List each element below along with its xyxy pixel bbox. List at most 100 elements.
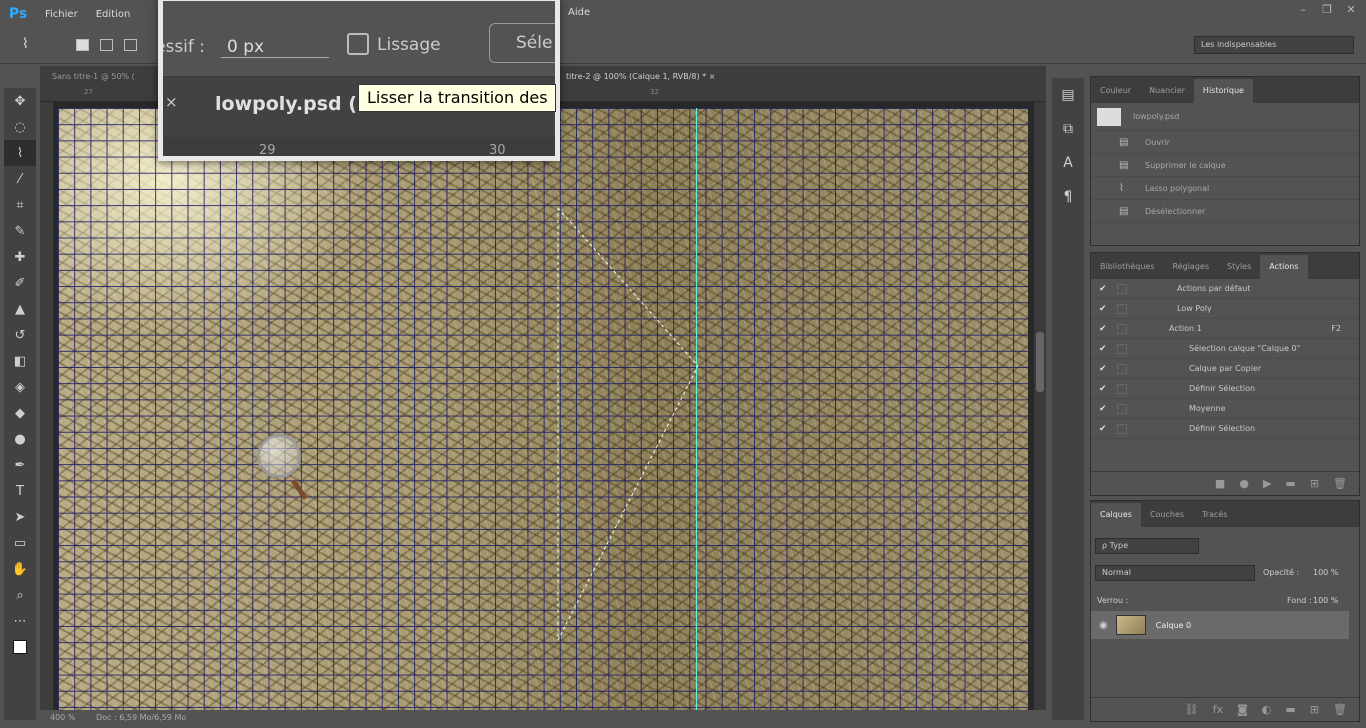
dialog-toggle[interactable]	[1117, 323, 1127, 334]
marquee-icon[interactable]: ◌	[4, 114, 36, 140]
tab-couches[interactable]: Couches	[1141, 503, 1193, 527]
link-icon[interactable]: ⛓	[1185, 703, 1199, 716]
magic-wand-icon[interactable]: ⁄	[4, 166, 36, 192]
hand-icon[interactable]: ✋	[4, 556, 36, 582]
tab-bibliotheques[interactable]: Bibliothèques	[1091, 255, 1164, 279]
type-icon[interactable]: T	[4, 478, 36, 504]
mask-icon[interactable]: ◙	[1237, 703, 1248, 716]
minimize-icon[interactable]: –	[1296, 3, 1310, 17]
dialog-toggle[interactable]	[1117, 283, 1127, 294]
stop-icon[interactable]: ■	[1215, 477, 1225, 490]
check-icon[interactable]: ✔	[1099, 284, 1107, 294]
play-icon[interactable]: ▶	[1263, 477, 1271, 490]
history-brush-icon[interactable]: ↺	[4, 322, 36, 348]
bucket-icon[interactable]: ◈	[4, 374, 36, 400]
lasso-icon[interactable]: ⌇	[4, 140, 36, 166]
tab-reglages[interactable]: Réglages	[1164, 255, 1219, 279]
tab-lowpoly[interactable]: lowpoly.psd (	[215, 93, 357, 115]
blend-mode-select[interactable]: Normal	[1095, 565, 1255, 581]
fx-icon[interactable]: fx	[1213, 703, 1223, 716]
check-icon[interactable]: ✔	[1099, 344, 1107, 354]
select-mask-button[interactable]: Séle	[489, 23, 555, 63]
healing-icon[interactable]: ✚	[4, 244, 36, 270]
move-icon[interactable]: ✥	[4, 88, 36, 114]
tab-sans-titre-1[interactable]: Sans titre-1 @ 50% (	[46, 66, 141, 88]
feather-input[interactable]: 0 px	[221, 37, 329, 58]
fur-image[interactable]	[58, 108, 1028, 710]
vertical-scrollbar[interactable]	[1034, 102, 1046, 710]
shape-icon[interactable]: ▭	[4, 530, 36, 556]
new-selection-icon[interactable]	[76, 39, 89, 51]
close-icon[interactable]: ✕	[1344, 3, 1358, 17]
color-swatches-icon[interactable]	[4, 634, 36, 660]
tab-historique[interactable]: Historique	[1193, 79, 1253, 103]
action-step[interactable]: ✔ Moyenne	[1091, 399, 1359, 419]
dialog-toggle[interactable]	[1117, 403, 1127, 414]
action-step[interactable]: ✔ Sélection calque "Calque 0"	[1091, 339, 1359, 359]
tab-actions[interactable]: Actions	[1260, 255, 1308, 279]
tab-styles[interactable]: Styles	[1218, 255, 1260, 279]
antialias-checkbox[interactable]	[347, 33, 369, 55]
dialog-toggle[interactable]	[1117, 383, 1127, 394]
crop-icon[interactable]: ⌗	[4, 192, 36, 218]
tab-close-icon[interactable]: ×	[709, 72, 716, 81]
eyedropper-icon[interactable]: ✎	[4, 218, 36, 244]
polygonal-lasso-icon[interactable]: ⌇	[22, 36, 44, 56]
tab-close-icon[interactable]: ×	[165, 93, 178, 111]
blur-icon[interactable]: ◆	[4, 400, 36, 426]
action-set[interactable]: ✔ Actions par défaut	[1091, 279, 1359, 299]
more-tools-icon[interactable]: ⋯	[4, 608, 36, 634]
menu-aide[interactable]: Aide	[568, 7, 590, 18]
paragraph-icon[interactable]: ¶	[1052, 180, 1084, 214]
tab-nuancier[interactable]: Nuancier	[1140, 79, 1194, 103]
history-snapshot[interactable]: lowpoly.psd	[1091, 103, 1359, 131]
stamp-icon[interactable]: ▲	[4, 296, 36, 322]
workspace-select[interactable]: Les indispensables	[1194, 36, 1354, 54]
history-item[interactable]: ▤ Ouvrir	[1091, 131, 1359, 154]
pen-icon[interactable]: ✒	[4, 452, 36, 478]
history-item[interactable]: ▤ Désélectionner	[1091, 200, 1359, 223]
dodge-icon[interactable]: ●	[4, 426, 36, 452]
menu-fichier[interactable]: Fichier	[36, 9, 87, 20]
layer-filter-select[interactable]: ρ Type	[1095, 538, 1199, 554]
dialog-toggle[interactable]	[1117, 343, 1127, 354]
canvas-area[interactable]	[54, 102, 1046, 710]
dialog-toggle[interactable]	[1117, 423, 1127, 434]
action-item[interactable]: ✔ Action 1 F2	[1091, 319, 1359, 339]
path-select-icon[interactable]: ➤	[4, 504, 36, 530]
brush-icon[interactable]: ✐	[4, 270, 36, 296]
check-icon[interactable]: ✔	[1099, 384, 1107, 394]
zoom-icon[interactable]: ⌕	[4, 582, 36, 608]
check-icon[interactable]: ✔	[1099, 424, 1107, 434]
restore-icon[interactable]: ❐	[1320, 3, 1334, 17]
action-set[interactable]: ✔ Low Poly	[1091, 299, 1359, 319]
clone-source-icon[interactable]: ⧉	[1052, 112, 1084, 146]
dialog-toggle[interactable]	[1117, 303, 1127, 314]
new-set-icon[interactable]: ▬	[1285, 477, 1295, 490]
layer-name[interactable]: Calque 0	[1156, 621, 1191, 630]
dialog-toggle[interactable]	[1117, 363, 1127, 374]
properties-icon[interactable]: ▤	[1052, 78, 1084, 112]
menu-edition[interactable]: Edition	[87, 9, 140, 20]
eraser-icon[interactable]: ◧	[4, 348, 36, 374]
group-icon[interactable]: ▬	[1285, 703, 1295, 716]
check-icon[interactable]: ✔	[1099, 304, 1107, 314]
check-icon[interactable]: ✔	[1099, 364, 1107, 374]
fill-value[interactable]: 100 %	[1313, 596, 1338, 605]
check-icon[interactable]: ✔	[1099, 324, 1107, 334]
eye-icon[interactable]: ◉	[1099, 620, 1108, 631]
tab-calques[interactable]: Calques	[1091, 503, 1141, 527]
new-layer-icon[interactable]: ⊞	[1310, 703, 1319, 716]
history-item[interactable]: ▤ Supprimer le calque	[1091, 154, 1359, 177]
record-icon[interactable]: ●	[1239, 477, 1249, 490]
check-icon[interactable]: ✔	[1099, 404, 1107, 414]
trash-icon[interactable]: 🗑	[1333, 703, 1347, 716]
character-icon[interactable]: A	[1052, 146, 1084, 180]
subtract-selection-icon[interactable]	[124, 39, 137, 51]
action-step[interactable]: ✔ Calque par Copier	[1091, 359, 1359, 379]
add-selection-icon[interactable]	[100, 39, 113, 51]
tab-traces[interactable]: Tracés	[1193, 503, 1236, 527]
opacity-value[interactable]: 100 %	[1313, 568, 1338, 577]
adjustment-icon[interactable]: ◐	[1262, 703, 1272, 716]
history-item[interactable]: ⌇ Lasso polygonal	[1091, 177, 1359, 200]
